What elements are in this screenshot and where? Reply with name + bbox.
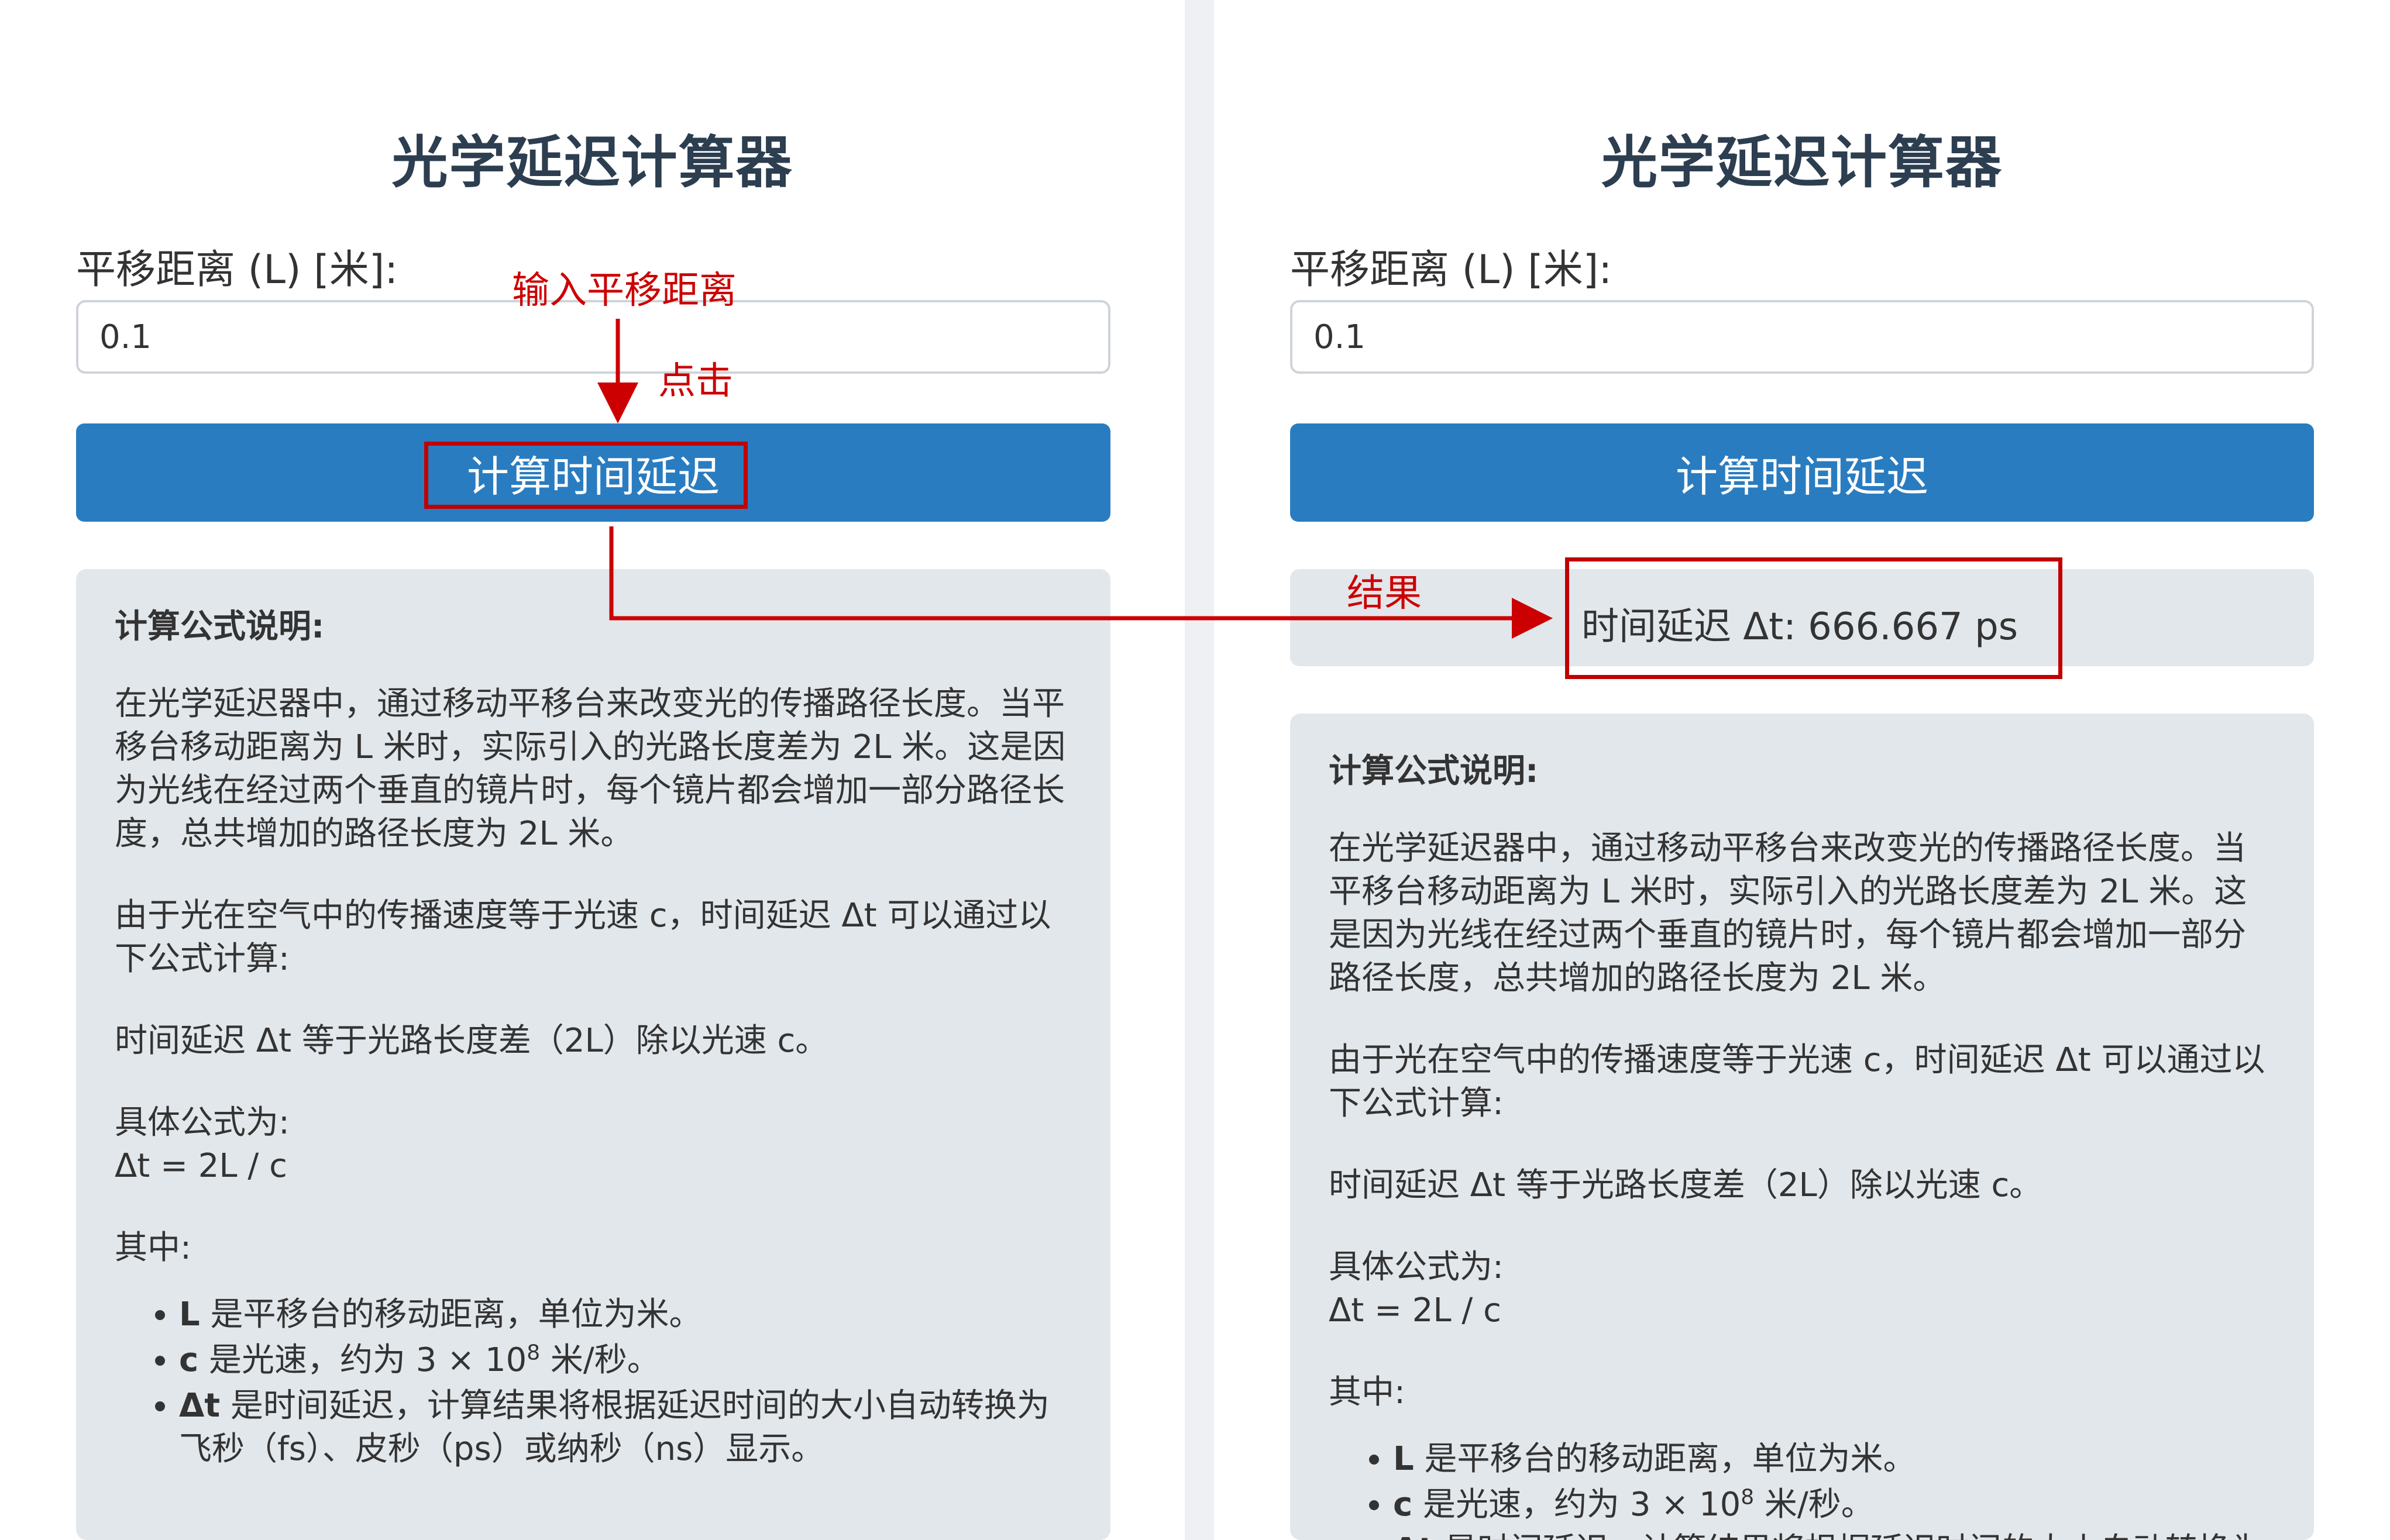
annotation-arrows: [597, 319, 1553, 639]
arrow-to-result: [609, 526, 1553, 639]
